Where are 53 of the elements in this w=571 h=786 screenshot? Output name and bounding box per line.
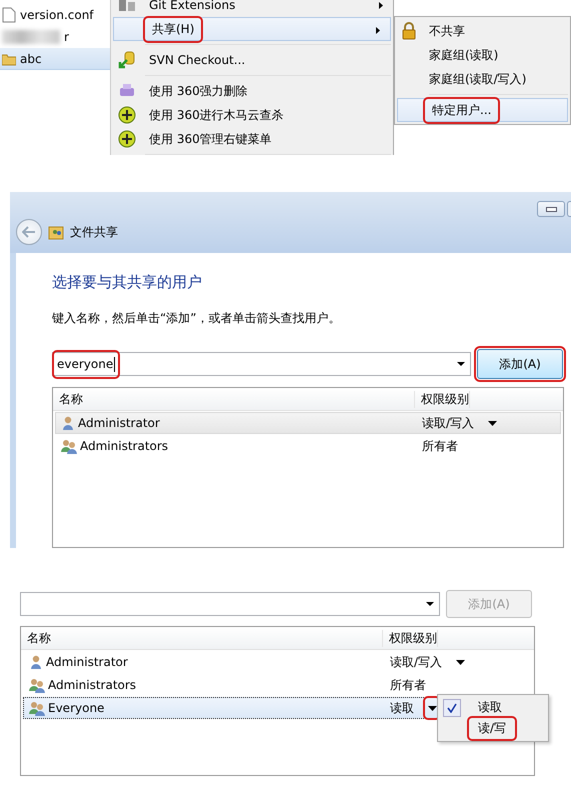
permission-level: 所有者 (422, 438, 458, 454)
menu-item[interactable]: 读/写 (470, 719, 514, 738)
name-field[interactable] (20, 592, 440, 616)
user-name: Administrator (46, 655, 128, 669)
user-row[interactable]: Administrator 读取/写入 (55, 412, 561, 434)
user-row[interactable]: Administrators 所有者 (23, 674, 532, 696)
name-field[interactable]: everyone (52, 352, 471, 376)
file-item[interactable]: abc (0, 48, 110, 70)
column-header[interactable]: 权限级别 (383, 630, 438, 646)
menu-item[interactable]: 不共享 (395, 19, 570, 43)
users-icon (28, 700, 46, 716)
dropdown-arrow-icon[interactable] (426, 699, 438, 717)
menu-item[interactable]: 特定用户... (397, 98, 568, 122)
folder-users-icon (48, 224, 64, 240)
menu-item[interactable]: 共享(H) (113, 17, 391, 41)
user-row[interactable]: Administrators 所有者 (55, 435, 561, 457)
users-icon (28, 677, 46, 693)
permission-level: 读取/写入 (422, 414, 474, 432)
add-button[interactable]: 添加(A) (477, 349, 563, 379)
back-arrow-icon (22, 226, 36, 238)
dialog-heading: 选择要与其共享的用户 (52, 273, 203, 292)
column-header[interactable]: 权限级别 (415, 390, 470, 408)
minimize-button[interactable] (537, 201, 565, 217)
user-name: Everyone (48, 701, 104, 715)
file-item[interactable]: version.conf (0, 4, 110, 26)
plus-circle-icon (118, 106, 136, 124)
user-name: Administrators (80, 439, 168, 453)
user-name: Administrators (48, 678, 136, 692)
instruction-text: 键入名称，然后单击“添加”，或者单击箭头查找用户。 (52, 310, 342, 327)
column-header[interactable]: 名称 (21, 630, 383, 646)
user-icon (28, 654, 44, 670)
menu-item[interactable]: 使用 360进行木马云查杀 (111, 103, 393, 127)
folder-icon (2, 52, 16, 66)
menu-item[interactable]: 使用 360管理右键菜单 (111, 127, 393, 151)
users-icon (60, 438, 78, 454)
plus-circle-icon (118, 130, 136, 148)
user-icon (60, 415, 76, 431)
window-title: 文件共享 (70, 224, 118, 240)
user-row[interactable]: Administrator 读取/写入 (23, 651, 532, 673)
menu-item[interactable]: 读取 (470, 698, 510, 717)
lock-icon (401, 22, 417, 40)
user-name: Administrator (78, 416, 160, 430)
menu-item[interactable]: 家庭组(读取/写入) (395, 67, 570, 91)
file-item[interactable]: r (0, 26, 110, 48)
menu-item[interactable]: 使用 360强力删除 (111, 79, 393, 103)
cylinder-arrow-icon (118, 51, 136, 69)
permission-level: 读取/写入 (390, 654, 442, 670)
menu-item[interactable]: 家庭组(读取) (395, 43, 570, 67)
permission-level: 读取 (390, 700, 414, 716)
permission-level: 所有者 (390, 676, 426, 694)
menu-item[interactable]: SVN Checkout... (111, 48, 393, 72)
column-header[interactable]: 名称 (53, 390, 415, 408)
menu-item[interactable]: Git Extensions (111, 0, 393, 17)
